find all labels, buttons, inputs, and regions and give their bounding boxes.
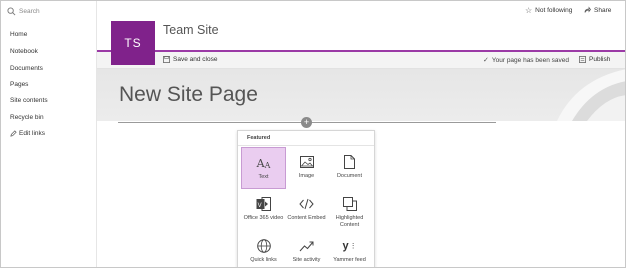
tool-label: Highlighted Content xyxy=(335,215,364,228)
save-and-close-button[interactable]: Save and close xyxy=(163,56,217,63)
checkmark-icon: ✓ xyxy=(483,57,489,64)
toolbox-section-label: Featured xyxy=(247,135,271,141)
share-icon xyxy=(584,6,591,13)
edit-links-button[interactable]: Edit links xyxy=(10,130,45,137)
toolbox-divider xyxy=(238,145,374,146)
nav-item-documents[interactable]: Documents xyxy=(10,65,43,72)
banner-swoosh-graphic xyxy=(557,69,625,121)
title-banner: New Site Page xyxy=(97,69,625,121)
tool-label: Text xyxy=(258,174,269,180)
tool-label: Site activity xyxy=(292,257,321,263)
follow-label: Not following xyxy=(535,7,573,14)
share-label: Share xyxy=(594,6,612,14)
tool-quick-links[interactable]: Quick links xyxy=(241,231,286,267)
site-header: ☆ Not following Share Team Site xyxy=(97,1,625,53)
webpart-toolbox: Featured AA Text Image Document V Office… xyxy=(237,130,375,267)
tool-label: Yammer feed xyxy=(333,257,366,263)
publish-button[interactable]: Publish xyxy=(579,56,610,63)
tool-label: Office 365 video xyxy=(243,215,284,221)
activity-icon xyxy=(299,241,314,252)
embed-icon xyxy=(299,198,314,210)
tool-label: Quick links xyxy=(250,257,277,263)
command-bar: Save and close ✓ Your page has been save… xyxy=(97,52,625,69)
save-icon xyxy=(163,56,170,63)
nav-item-home[interactable]: Home xyxy=(10,31,27,38)
tool-label: Content Embed xyxy=(287,215,326,221)
nav-item-recycle-bin[interactable]: Recycle bin xyxy=(10,114,44,121)
tool-document[interactable]: Document xyxy=(327,147,372,189)
tool-content-embed[interactable]: Content Embed xyxy=(284,189,329,231)
sharepoint-window: Search Home Notebook Documents Pages Sit… xyxy=(0,0,626,268)
tool-label: Document xyxy=(336,173,363,179)
site-logo-tile[interactable]: TS xyxy=(111,21,155,65)
tool-text[interactable]: AA Text xyxy=(241,147,286,189)
page-title[interactable]: New Site Page xyxy=(119,83,258,107)
pencil-icon xyxy=(10,130,17,137)
video-icon: V xyxy=(256,197,271,211)
tool-office-365-video[interactable]: V Office 365 video xyxy=(241,189,286,231)
text-icon: AA xyxy=(256,156,271,170)
svg-text:V: V xyxy=(258,203,262,209)
publish-icon xyxy=(579,56,586,63)
add-webpart-button[interactable]: + xyxy=(301,117,312,128)
search-box[interactable]: Search xyxy=(7,5,91,17)
nav-item-site-contents[interactable]: Site contents xyxy=(10,97,48,104)
image-icon xyxy=(299,156,314,168)
share-button[interactable]: Share xyxy=(583,6,611,14)
publish-label: Publish xyxy=(589,56,611,63)
tool-yammer-feed[interactable]: y ⋮ Yammer feed xyxy=(327,231,372,267)
yammer-icon: y xyxy=(342,240,349,252)
search-placeholder: Search xyxy=(19,7,40,15)
save-status: ✓ Your page has been saved xyxy=(483,56,569,65)
tool-label: Image xyxy=(298,173,315,179)
site-title[interactable]: Team Site xyxy=(163,23,219,37)
left-navigation: Search Home Notebook Documents Pages Sit… xyxy=(1,1,97,267)
save-and-close-label: Save and close xyxy=(173,56,218,63)
nav-item-pages[interactable]: Pages xyxy=(10,81,28,88)
globe-icon xyxy=(256,239,271,253)
save-status-text: Your page has been saved xyxy=(491,56,569,64)
tool-image[interactable]: Image xyxy=(284,147,329,189)
edit-links-label: Edit links xyxy=(19,130,46,137)
tool-highlighted-content[interactable]: Highlighted Content xyxy=(327,189,372,231)
star-icon: ☆ xyxy=(525,6,533,15)
follow-button[interactable]: ☆ Not following xyxy=(525,6,572,15)
highlighted-content-icon xyxy=(342,197,357,211)
document-icon xyxy=(344,155,355,169)
nav-item-notebook[interactable]: Notebook xyxy=(10,48,38,55)
search-icon xyxy=(7,6,16,15)
tool-site-activity[interactable]: Site activity xyxy=(284,231,329,267)
